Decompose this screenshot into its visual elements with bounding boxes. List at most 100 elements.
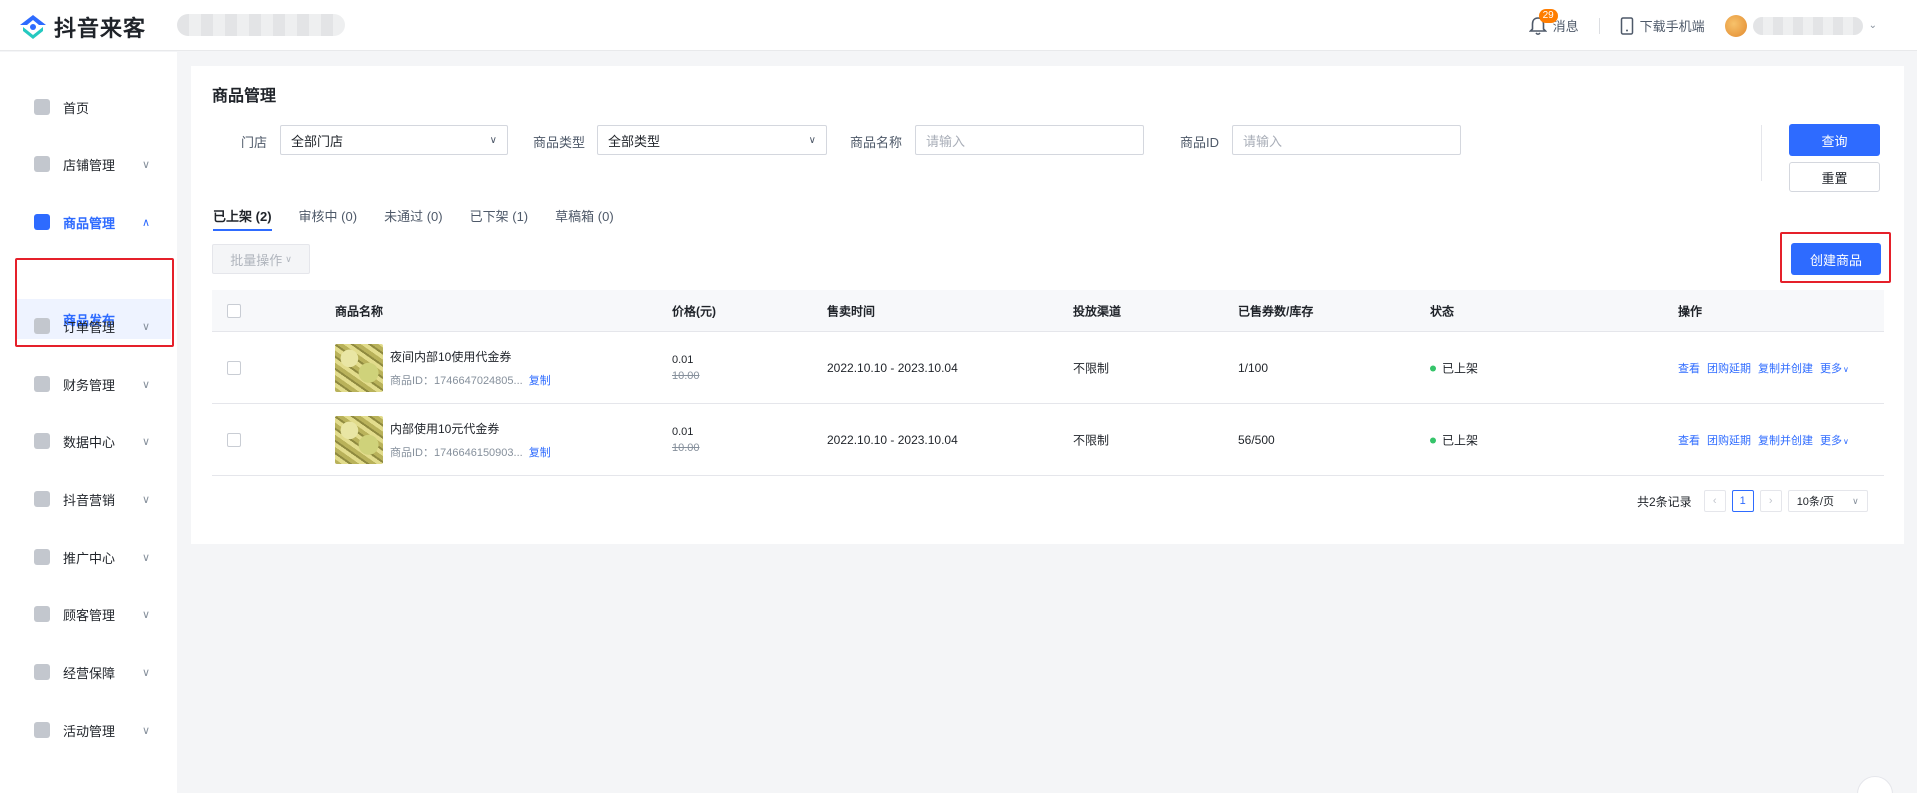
status-dot-icon (1430, 365, 1436, 372)
column-header: 已售券数/库存 (1238, 304, 1314, 318)
view-link[interactable]: 查看 (1678, 432, 1700, 448)
column-header: 商品名称 (335, 304, 384, 318)
table-header: 商品名称 价格(元) 售卖时间 投放渠道 已售券数/库存 状态 操作 (212, 290, 1884, 332)
tab-listed[interactable]: 已上架 (2) (213, 206, 272, 231)
more-link[interactable]: 更多∨ (1820, 360, 1849, 376)
more-link[interactable]: 更多∨ (1820, 432, 1849, 448)
brand-logo[interactable]: 抖音来客 (18, 11, 146, 43)
copy-create-link[interactable]: 复制并创建 (1758, 360, 1813, 376)
batch-operation-button[interactable]: 批量操作 ∨ (212, 244, 310, 274)
row-checkbox[interactable] (227, 432, 241, 447)
tab-drafts[interactable]: 草稿箱 (0) (555, 206, 614, 231)
id-input[interactable]: 请输入 (1232, 125, 1461, 155)
name-filter-label: 商品名称 (850, 135, 903, 150)
product-name: 内部使用10元代金券 (390, 422, 500, 436)
type-select[interactable]: 全部类型 ∨ (597, 125, 827, 155)
chevron-down-icon: ∨ (142, 158, 151, 171)
top-header: 抖音来客 29 消息 下载手机端 ⌄ (0, 0, 1917, 51)
sidebar-item-goods[interactable]: 商品管理 ∧ (0, 202, 177, 242)
sidebar-item-label: 抖音营销 (63, 492, 116, 508)
page-number-button[interactable]: 1 (1731, 490, 1754, 512)
product-id-text: 商品ID：1746646150903... (390, 447, 523, 459)
sidebar-item-marketing[interactable]: 抖音营销 ∨ (0, 479, 177, 519)
view-link[interactable]: 查看 (1678, 360, 1700, 376)
tab-count: (2) (255, 209, 272, 224)
copy-id-link[interactable]: 复制 (529, 375, 551, 387)
header-actions: 29 消息 下载手机端 ⌄ (1528, 0, 1877, 51)
goods-table: 商品名称 价格(元) 售卖时间 投放渠道 已售券数/库存 状态 操作 夜间内部1… (212, 290, 1884, 476)
next-page-button[interactable]: › (1759, 490, 1782, 512)
type-select-value: 全部类型 (608, 133, 661, 149)
column-header: 价格(元) (672, 304, 716, 318)
sidebar-item-label: 商品管理 (63, 215, 116, 231)
sidebar-item-finance[interactable]: 财务管理 ∨ (0, 364, 177, 404)
store-select[interactable]: 全部门店 ∨ (280, 125, 508, 155)
sidebar-item-label: 订单管理 (63, 319, 116, 335)
chevron-down-icon: ∨ (489, 134, 497, 146)
table-row: 夜间内部10使用代金券 商品ID：1746647024805... 复制 0.01… (212, 332, 1884, 404)
tab-reviewing[interactable]: 审核中 (0) (299, 206, 358, 231)
original-price: 10.00 (672, 442, 700, 454)
help-float-button[interactable] (1857, 776, 1893, 793)
tab-label: 已上架 (213, 209, 253, 224)
store-filter-label: 门店 (241, 135, 268, 150)
chevron-down-icon: ∨ (142, 666, 151, 679)
sale-period: 2022.10.10 - 2023.10.04 (827, 432, 958, 447)
column-header: 状态 (1430, 304, 1455, 318)
prev-page-button[interactable]: ‹ (1703, 490, 1726, 512)
page-size-select[interactable]: 10条/页 ∨ (1787, 490, 1868, 512)
tab-label: 未通过 (384, 209, 424, 224)
chevron-down-icon: ∨ (1843, 364, 1849, 374)
tab-label: 草稿箱 (555, 209, 595, 224)
store-select-value: 全部门店 (291, 133, 344, 149)
sidebar-item-home[interactable]: 首页 (0, 87, 177, 127)
filter-divider (1761, 125, 1762, 181)
select-all-checkbox[interactable] (227, 303, 241, 318)
sidebar-item-assurance[interactable]: 经营保障 ∨ (0, 652, 177, 692)
tab-count: (1) (512, 209, 529, 224)
extend-link[interactable]: 团购延期 (1707, 360, 1751, 376)
sidebar-item-activity[interactable]: 活动管理 ∨ (0, 710, 177, 750)
home-icon (34, 99, 50, 115)
copy-create-link[interactable]: 复制并创建 (1758, 432, 1813, 448)
copy-id-link[interactable]: 复制 (529, 447, 551, 459)
row-checkbox[interactable] (227, 360, 241, 375)
sidebar-item-label: 活动管理 (63, 723, 116, 739)
download-app-button[interactable]: 下载手机端 (1620, 16, 1705, 35)
data-icon (34, 433, 50, 449)
header-divider (1598, 17, 1600, 34)
chevron-down-icon: ∨ (1852, 495, 1859, 506)
sale-period: 2022.10.10 - 2023.10.04 (827, 360, 958, 375)
sidebar-item-label: 顾客管理 (63, 607, 116, 623)
sidebar-item-orders[interactable]: 订单管理 ∨ (0, 306, 177, 346)
tab-delisted[interactable]: 已下架 (1) (470, 206, 529, 231)
tab-label: 已下架 (469, 209, 509, 224)
logo-icon (20, 15, 46, 39)
page-size-value: 10条/页 (1796, 496, 1834, 508)
chevron-down-icon: ∨ (1843, 436, 1849, 446)
sidebar-item-label: 推广中心 (63, 550, 116, 566)
search-button[interactable]: 查询 (1789, 124, 1880, 156)
sidebar-item-promotion[interactable]: 推广中心 ∨ (0, 537, 177, 577)
price-cell: 0.01 10.00 (672, 352, 700, 384)
store-icon (34, 156, 50, 172)
reset-button[interactable]: 重置 (1789, 162, 1880, 192)
product-id: 商品ID：1746647024805... 复制 (390, 372, 551, 388)
sidebar-item-store[interactable]: 店铺管理 ∨ (0, 144, 177, 184)
product-name: 夜间内部10使用代金券 (390, 350, 512, 364)
user-menu[interactable]: ⌄ (1724, 14, 1877, 37)
notifications-button[interactable]: 29 消息 (1528, 8, 1579, 36)
store-name-blurred (177, 14, 345, 36)
chevron-down-icon: ∨ (142, 493, 151, 506)
tab-rejected[interactable]: 未通过 (0) (384, 206, 443, 231)
price-cell: 0.01 10.00 (672, 424, 700, 456)
row-actions: 查看 团购延期 复制并创建 更多∨ (1678, 432, 1849, 448)
extend-link[interactable]: 团购延期 (1707, 432, 1751, 448)
sidebar-item-customers[interactable]: 顾客管理 ∨ (0, 594, 177, 634)
sidebar: 首页 店铺管理 ∨ 商品管理 ∧ 商品发布 订单管理 ∨ 财务管理 ∨ 数据中心… (0, 52, 177, 793)
status-badge: 已上架 (1430, 359, 1478, 376)
sidebar-item-label: 店铺管理 (63, 157, 116, 173)
sidebar-item-data[interactable]: 数据中心 ∨ (0, 421, 177, 461)
name-input[interactable]: 请输入 (915, 125, 1144, 155)
brand-name: 抖音来客 (54, 16, 147, 41)
